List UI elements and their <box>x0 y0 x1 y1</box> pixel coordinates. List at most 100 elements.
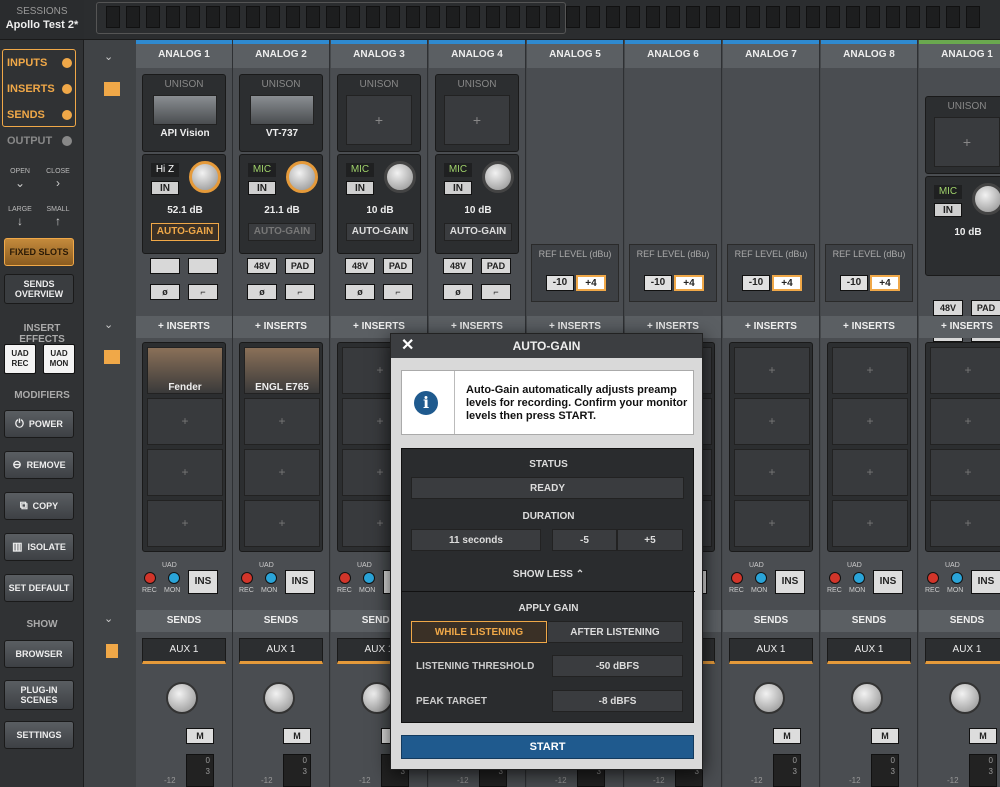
layout-icon[interactable] <box>104 350 120 364</box>
insert-slot-empty[interactable]: + <box>930 500 1000 547</box>
channel-name[interactable]: ANALOG 1 <box>919 40 1000 68</box>
uad-mon-lamp[interactable] <box>951 572 963 584</box>
insert-slot-empty[interactable]: + <box>930 449 1000 496</box>
duration-plus-button[interactable]: +5 <box>617 529 683 551</box>
channel-name[interactable]: ANALOG 6 <box>625 40 721 68</box>
insert-plugin[interactable]: Fender <box>147 347 223 394</box>
channel-name[interactable]: ANALOG 1 <box>136 40 232 68</box>
inserts-toggle[interactable]: INSERTS <box>3 78 75 100</box>
open-button[interactable]: OPEN ⌄ <box>4 164 36 194</box>
gain-knob[interactable] <box>482 161 514 193</box>
set-default-button[interactable]: SET DEFAULT <box>4 574 74 602</box>
ref-minus10-button[interactable]: -10 <box>644 275 672 291</box>
send-fader[interactable]: 03 <box>969 754 997 787</box>
large-button[interactable]: LARGE ↓ <box>4 202 36 232</box>
channel-name[interactable]: ANALOG 5 <box>527 40 623 68</box>
peak-target-value[interactable]: -8 dBFS <box>552 690 683 712</box>
insert-slot-empty[interactable]: + <box>832 347 908 394</box>
insert-slot-empty[interactable]: + <box>832 449 908 496</box>
gain-knob[interactable] <box>189 161 221 193</box>
chevron-down-icon[interactable]: ⌄ <box>104 318 113 331</box>
send-aux[interactable]: AUX 1 <box>142 638 226 664</box>
send-fader[interactable]: 03 <box>773 754 801 787</box>
chevron-down-icon[interactable]: ⌄ <box>104 612 113 625</box>
uad-rec-lamp[interactable] <box>731 572 743 584</box>
remove-button[interactable]: ⊖ REMOVE <box>4 451 74 479</box>
unison-slot[interactable]: UNISON + <box>925 96 1000 174</box>
insert-slot-empty[interactable]: + <box>734 398 810 445</box>
phantom-48v-button[interactable]: 48V <box>933 300 963 316</box>
send-level-knob[interactable] <box>851 682 883 714</box>
add-plugin-icon[interactable]: + <box>444 95 510 145</box>
send-level-knob[interactable] <box>361 682 393 714</box>
chevron-down-icon[interactable]: ⌄ <box>104 50 113 63</box>
inserts-header[interactable]: + INSERTS <box>919 316 1000 338</box>
inserts-header[interactable]: + INSERTS <box>723 316 819 338</box>
insert-slot-empty[interactable]: + <box>734 347 810 394</box>
mute-button[interactable]: M <box>871 728 899 744</box>
uad-mon-lamp[interactable] <box>168 572 180 584</box>
inputs-toggle[interactable]: INPUTS <box>3 52 75 74</box>
insert-plugin[interactable]: ENGL E765 <box>244 347 320 394</box>
browser-button[interactable]: BROWSER <box>4 640 74 668</box>
ref-minus10-button[interactable]: -10 <box>546 275 574 291</box>
inserts-header[interactable]: + INSERTS <box>136 316 232 338</box>
phase-button[interactable]: ø <box>247 284 277 300</box>
input-type-button[interactable]: Hi Z <box>151 163 179 177</box>
channel-name[interactable]: ANALOG 4 <box>429 40 525 68</box>
insert-slot-empty[interactable]: + <box>244 398 320 445</box>
settings-button[interactable]: SETTINGS <box>4 721 74 749</box>
insert-slot-empty[interactable]: + <box>734 449 810 496</box>
phantom-48v-button[interactable]: 48V <box>345 258 375 274</box>
input-in-button[interactable]: IN <box>934 203 962 217</box>
insert-slot-empty[interactable]: + <box>832 500 908 547</box>
sends-header[interactable]: SENDS <box>821 610 917 632</box>
threshold-value[interactable]: -50 dBFS <box>552 655 683 677</box>
gain-knob[interactable] <box>384 161 416 193</box>
send-aux[interactable]: AUX 1 <box>827 638 911 664</box>
output-toggle[interactable]: OUTPUT <box>3 130 75 152</box>
fixed-slots-button[interactable]: FIXED SLOTS <box>4 238 74 266</box>
input-in-button[interactable]: IN <box>151 181 179 195</box>
auto-gain-button[interactable]: AUTO-GAIN <box>151 223 219 241</box>
mute-button[interactable]: M <box>773 728 801 744</box>
input-type-button[interactable]: MIC <box>444 163 472 177</box>
insert-slot-empty[interactable]: + <box>930 347 1000 394</box>
sends-header[interactable]: SENDS <box>233 610 329 632</box>
copy-button[interactable]: ⧉ COPY <box>4 492 74 520</box>
send-level-knob[interactable] <box>263 682 295 714</box>
close-button[interactable]: CLOSE › <box>42 164 74 194</box>
plugin-scenes-button[interactable]: PLUG-IN SCENES <box>4 680 74 710</box>
send-aux[interactable]: AUX 1 <box>239 638 323 664</box>
unison-slot[interactable]: UNISON VT-737 <box>239 74 323 152</box>
phase-button[interactable]: ø <box>443 284 473 300</box>
channel-name[interactable]: ANALOG 3 <box>331 40 427 68</box>
uad-mon-lamp[interactable] <box>755 572 767 584</box>
insert-slot-empty[interactable]: + <box>832 398 908 445</box>
mute-button[interactable]: M <box>969 728 997 744</box>
uad-rec-lamp[interactable] <box>241 572 253 584</box>
small-button[interactable]: SMALL ↑ <box>42 202 74 232</box>
uad-mon-lamp[interactable] <box>853 572 865 584</box>
ins-button[interactable]: INS <box>873 570 903 594</box>
send-level-knob[interactable] <box>166 682 198 714</box>
power-button[interactable]: ⏻ POWER <box>4 410 74 438</box>
unison-slot[interactable]: UNISON + <box>337 74 421 152</box>
meter-overview-strip[interactable] <box>84 0 1000 40</box>
insert-slot-empty[interactable]: + <box>734 500 810 547</box>
channel-name[interactable]: ANALOG 7 <box>723 40 819 68</box>
add-plugin-icon[interactable]: + <box>934 117 1000 167</box>
uad-rec-button[interactable]: UAD REC <box>4 344 36 374</box>
mute-button[interactable]: M <box>283 728 311 744</box>
channel-name[interactable]: ANALOG 8 <box>821 40 917 68</box>
ref-plus4-button[interactable]: +4 <box>576 275 606 291</box>
sends-overview-button[interactable]: SENDS OVERVIEW <box>4 274 74 304</box>
close-icon[interactable]: ✕ <box>401 334 414 358</box>
pad-button[interactable]: PAD <box>285 258 315 274</box>
auto-gain-button[interactable]: AUTO-GAIN <box>346 223 414 241</box>
phase-button[interactable]: ø <box>345 284 375 300</box>
send-fader[interactable]: 03 <box>871 754 899 787</box>
ref-plus4-button[interactable]: +4 <box>870 275 900 291</box>
phase-button[interactable]: ø <box>150 284 180 300</box>
insert-slot-empty[interactable]: + <box>244 449 320 496</box>
